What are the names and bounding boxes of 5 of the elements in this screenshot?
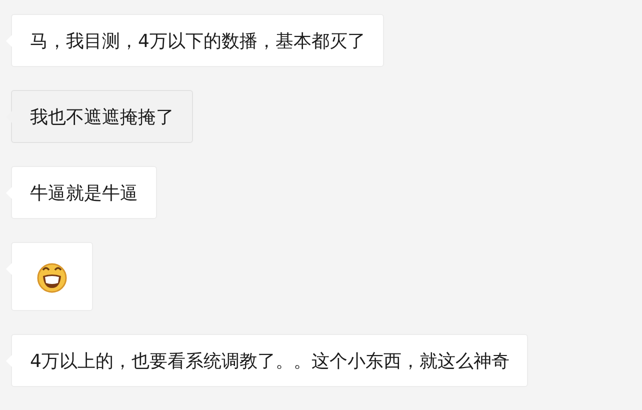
message-text: 我也不遮遮掩掩了 [30, 106, 174, 128]
grinning-emoji-icon [36, 260, 68, 292]
message-text: 4万以上的，也要看系统调教了。。这个小东西，就这么神奇 [30, 350, 510, 372]
message-text: 马，我目测，4万以下的数播，基本都灭了 [30, 30, 366, 52]
message-text: 牛逼就是牛逼 [30, 182, 138, 204]
